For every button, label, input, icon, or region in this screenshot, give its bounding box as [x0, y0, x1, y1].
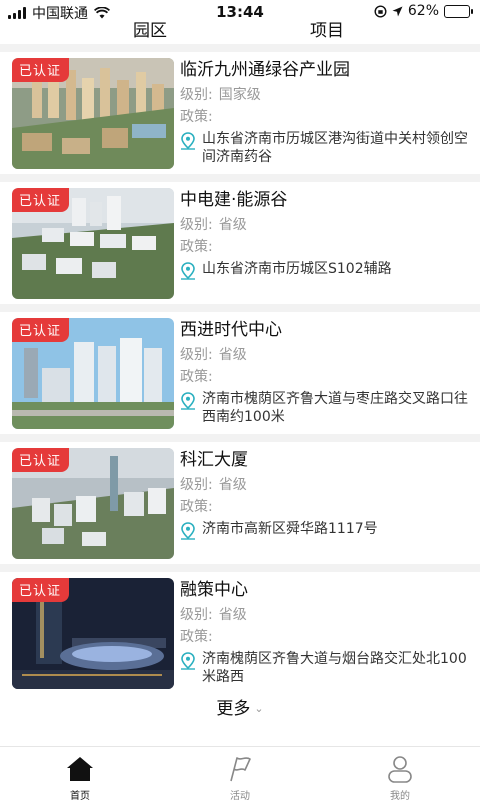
list-item[interactable]: 已认证 科汇大厦 级别: 省级 政策: 济南市高新区舜华路1117号: [0, 434, 480, 564]
park-name: 科汇大厦: [180, 450, 248, 470]
park-name: 西进时代中心: [180, 320, 282, 340]
park-thumbnail: 已认证: [12, 188, 174, 299]
park-thumbnail: 已认证: [12, 318, 174, 429]
nav-mine[interactable]: 我的: [360, 753, 440, 800]
verified-badge: 已认证: [12, 188, 70, 212]
park-thumbnail: 已认证: [12, 58, 174, 169]
policy-label: 政策:: [180, 499, 213, 515]
park-level: 级别: 省级: [180, 214, 470, 236]
level-label: 级别:: [180, 87, 213, 103]
address-text: 济南市高新区舜华路1117号: [202, 521, 378, 537]
policy-label: 政策:: [180, 369, 213, 385]
verified-badge: 已认证: [12, 318, 70, 342]
level-value: 省级: [218, 607, 247, 623]
location-pin-icon: [181, 522, 195, 540]
park-info: 科汇大厦 级别: 省级 政策: 济南市高新区舜华路1117号: [180, 448, 470, 540]
location-pin-icon: [181, 262, 195, 280]
policy-label: 政策:: [180, 629, 213, 645]
park-level: 级别: 省级: [180, 604, 470, 626]
park-level: 级别: 省级: [180, 474, 470, 496]
bottom-nav: 首页 活动 我的: [0, 746, 480, 800]
park-info: 中电建·能源谷 级别: 省级 政策: 山东省济南市历城区S102辅路: [180, 188, 470, 280]
list-item[interactable]: 已认证 融策中心 级别: 省级 政策: 济南槐荫区齐鲁大道与烟台路交汇处北100米…: [0, 564, 480, 694]
more-button[interactable]: 更多 ⌄: [0, 694, 480, 719]
park-level: 级别: 省级: [180, 344, 470, 366]
list-item[interactable]: 已认证 西进时代中心 级别: 省级 政策: 济南市槐荫区齐鲁大道与枣庄路交叉路口往…: [0, 304, 480, 434]
park-name: 中电建·能源谷: [180, 190, 288, 210]
park-info: 融策中心 级别: 省级 政策: 济南槐荫区齐鲁大道与烟台路交汇处北100米路西: [180, 578, 470, 686]
location-pin-icon: [181, 132, 195, 150]
park-address: 济南市槐荫区齐鲁大道与枣庄路交叉路口往西南约100米: [180, 390, 470, 426]
verified-badge: 已认证: [12, 58, 70, 82]
park-policy: 政策:: [180, 496, 470, 518]
tab-park[interactable]: 园区: [133, 16, 167, 41]
park-address: 山东省济南市历城区S102辅路: [180, 260, 470, 280]
more-label: 更多: [216, 699, 251, 719]
verified-badge: 已认证: [12, 578, 70, 602]
location-pin-icon: [181, 652, 195, 670]
tab-project[interactable]: 项目: [310, 16, 344, 41]
park-address: 济南槐荫区齐鲁大道与烟台路交汇处北100米路西: [180, 650, 470, 686]
park-policy: 政策:: [180, 236, 470, 258]
park-address: 山东省济南市历城区港沟街道中关村领创空间济南药谷: [180, 130, 470, 166]
nav-mine-label: 我的: [390, 791, 410, 800]
park-name: 融策中心: [180, 580, 248, 600]
address-text: 山东省济南市历城区S102辅路: [202, 261, 392, 277]
app-screen: 中国联通 13:44 62% 园区 项目 已认证 临沂九州通绿谷产业园 级别: …: [0, 0, 480, 800]
level-label: 级别:: [180, 347, 213, 363]
park-level: 级别: 国家级: [180, 84, 470, 106]
policy-label: 政策:: [180, 109, 213, 125]
location-arrow-icon: [392, 6, 403, 16]
nav-activity-label: 活动: [230, 791, 250, 800]
park-policy: 政策:: [180, 626, 470, 648]
flag-icon: [230, 757, 251, 782]
park-thumbnail: 已认证: [12, 448, 174, 559]
nav-home[interactable]: 首页: [40, 753, 120, 800]
top-tabs: 园区 项目: [0, 16, 480, 41]
address-text: 济南市槐荫区齐鲁大道与枣庄路交叉路口往西南约100米: [202, 391, 468, 425]
address-text: 济南槐荫区齐鲁大道与烟台路交汇处北100米路西: [202, 651, 467, 685]
level-label: 级别:: [180, 607, 213, 623]
park-thumbnail: 已认证: [12, 578, 174, 689]
nav-activity[interactable]: 活动: [200, 753, 280, 800]
address-text: 山东省济南市历城区港沟街道中关村领创空间济南药谷: [202, 131, 468, 165]
park-info: 西进时代中心 级别: 省级 政策: 济南市槐荫区齐鲁大道与枣庄路交叉路口往西南约1…: [180, 318, 470, 426]
park-info: 临沂九州通绿谷产业园 级别: 国家级 政策: 山东省济南市历城区港沟街道中关村领创…: [180, 58, 470, 166]
list-item[interactable]: 已认证 中电建·能源谷 级别: 省级 政策: 山东省济南市历城区S102辅路: [0, 174, 480, 304]
chevron-down-icon: ⌄: [254, 702, 264, 715]
park-policy: 政策:: [180, 106, 470, 128]
list-item[interactable]: 已认证 临沂九州通绿谷产业园 级别: 国家级 政策: 山东省济南市历城区港沟街道中…: [0, 44, 480, 174]
nav-home-label: 首页: [70, 791, 90, 800]
level-value: 国家级: [218, 87, 261, 103]
level-value: 省级: [218, 217, 247, 233]
park-policy: 政策:: [180, 366, 470, 388]
person-icon: [388, 756, 412, 783]
level-label: 级别:: [180, 477, 213, 493]
home-icon: [67, 757, 93, 781]
location-pin-icon: [181, 392, 195, 410]
level-value: 省级: [218, 347, 247, 363]
park-list: 已认证 临沂九州通绿谷产业园 级别: 国家级 政策: 山东省济南市历城区港沟街道中…: [0, 44, 480, 694]
level-value: 省级: [218, 477, 247, 493]
policy-label: 政策:: [180, 239, 213, 255]
park-name: 临沂九州通绿谷产业园: [180, 60, 350, 80]
verified-badge: 已认证: [12, 448, 70, 472]
park-address: 济南市高新区舜华路1117号: [180, 520, 470, 540]
level-label: 级别:: [180, 217, 213, 233]
